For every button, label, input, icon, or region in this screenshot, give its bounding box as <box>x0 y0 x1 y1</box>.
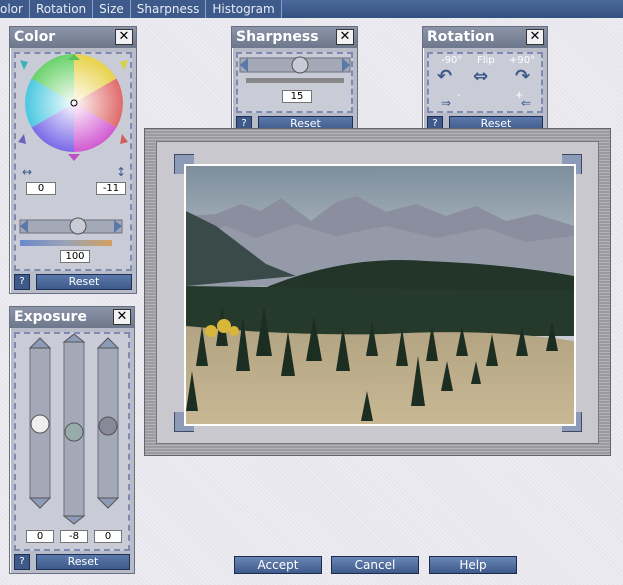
exposure-help-button[interactable]: ? <box>14 554 30 570</box>
triangle-magenta-icon <box>68 154 80 161</box>
color-v-value[interactable]: -11 <box>96 182 126 195</box>
menu-bar-fill <box>281 0 623 18</box>
exposure-value-3[interactable]: 0 <box>94 530 122 543</box>
close-icon[interactable]: ✕ <box>526 29 544 45</box>
minus-label: - <box>457 90 461 101</box>
color-panel-body: ↔ ↕ 0 -11 100 <box>14 52 132 271</box>
rotation-panel-title: Rotation ✕ <box>423 27 547 48</box>
landscape-illustration <box>186 166 574 424</box>
exposure-sliders <box>28 334 120 525</box>
cancel-button[interactable]: Cancel <box>331 556 419 574</box>
vertical-arrows-icon: ↕ <box>116 165 126 179</box>
rotation-panel: Rotation ✕ -90° Flip +90° ↶ ⇔ ↷ ⇒ - + ⇐ … <box>422 26 548 136</box>
color-panel-footer: ? Reset <box>14 274 132 290</box>
sharpness-value[interactable]: 15 <box>282 90 312 103</box>
color-help-button[interactable]: ? <box>14 274 30 290</box>
sharpness-slider-thumb[interactable] <box>291 56 309 74</box>
exposure-panel: Exposure ✕ 0 -8 0 ? Reset <box>9 306 135 574</box>
color-title-text: Color <box>14 29 56 45</box>
menu-histogram[interactable]: Histogram <box>206 0 282 18</box>
image-frame <box>144 128 611 456</box>
menu-sharpness[interactable]: Sharpness <box>131 0 207 18</box>
image-frame-inner <box>156 141 599 444</box>
exposure-panel-body: 0 -8 0 <box>14 332 130 551</box>
exposure-panel-footer: ? Reset <box>14 554 130 570</box>
rotation-panel-body: -90° Flip +90° ↶ ⇔ ↷ ⇒ - + ⇐ <box>427 52 543 113</box>
triangle-purple-icon <box>18 134 26 144</box>
flip-icon[interactable]: ⇔ <box>473 66 488 87</box>
exposure-title-text: Exposure <box>14 309 87 325</box>
menu-bar: olor Rotation Size Sharpness Histogram <box>0 0 623 18</box>
fine-left-icon[interactable]: ⇒ <box>441 96 451 110</box>
exposure-slider-1[interactable] <box>28 337 52 509</box>
fine-right-icon[interactable]: ⇐ <box>521 96 531 110</box>
close-icon[interactable]: ✕ <box>336 29 354 45</box>
sharpness-panel-body: 15 <box>236 52 353 113</box>
color-h-value[interactable]: 0 <box>26 182 56 195</box>
exposure-slider-2[interactable] <box>62 334 86 525</box>
close-icon[interactable]: ✕ <box>113 309 131 325</box>
rotate-left-icon[interactable]: ↶ <box>437 66 452 87</box>
accept-button[interactable]: Accept <box>234 556 322 574</box>
color-panel: Color ✕ ↔ ↕ 0 -11 100 ? Reset <box>9 26 137 294</box>
exposure-panel-title: Exposure ✕ <box>10 307 134 328</box>
menu-rotation[interactable]: Rotation <box>30 0 94 18</box>
close-icon[interactable]: ✕ <box>115 29 133 45</box>
sharpness-controls <box>239 56 351 83</box>
horizontal-arrows-icon: ↔ <box>22 165 32 179</box>
rotate-left-label: -90° <box>441 55 463 66</box>
landscape-photo <box>184 164 576 426</box>
rotate-right-label: +90° <box>509 55 536 66</box>
rotate-right-icon[interactable]: ↷ <box>515 66 530 87</box>
sharpness-title-text: Sharpness <box>236 29 319 45</box>
help-button[interactable]: Help <box>429 556 517 574</box>
flip-label: Flip <box>477 55 495 66</box>
triangle-red-icon <box>120 134 128 144</box>
exposure-value-1[interactable]: 0 <box>26 530 54 543</box>
color-controls: ↔ ↕ <box>18 54 128 246</box>
sharpness-panel: Sharpness ✕ 15 ? Reset <box>231 26 358 136</box>
color-slider-value[interactable]: 100 <box>60 250 90 263</box>
color-reset-button[interactable]: Reset <box>36 274 132 290</box>
menu-color[interactable]: olor <box>0 0 30 18</box>
exposure-value-2[interactable]: -8 <box>60 530 88 543</box>
triangle-yellow-icon <box>120 60 128 70</box>
rotation-title-text: Rotation <box>427 29 495 45</box>
color-gradient-bar <box>20 240 112 246</box>
color-wheel[interactable] <box>25 54 123 152</box>
sharpness-panel-title: Sharpness ✕ <box>232 27 357 48</box>
menu-size[interactable]: Size <box>93 0 131 18</box>
triangle-teal-icon <box>20 60 28 70</box>
exposure-reset-button[interactable]: Reset <box>36 554 130 570</box>
sharpness-bar <box>246 78 344 83</box>
color-slider-thumb[interactable] <box>69 217 87 235</box>
color-panel-title: Color ✕ <box>10 27 136 48</box>
exposure-slider-3[interactable] <box>96 337 120 509</box>
